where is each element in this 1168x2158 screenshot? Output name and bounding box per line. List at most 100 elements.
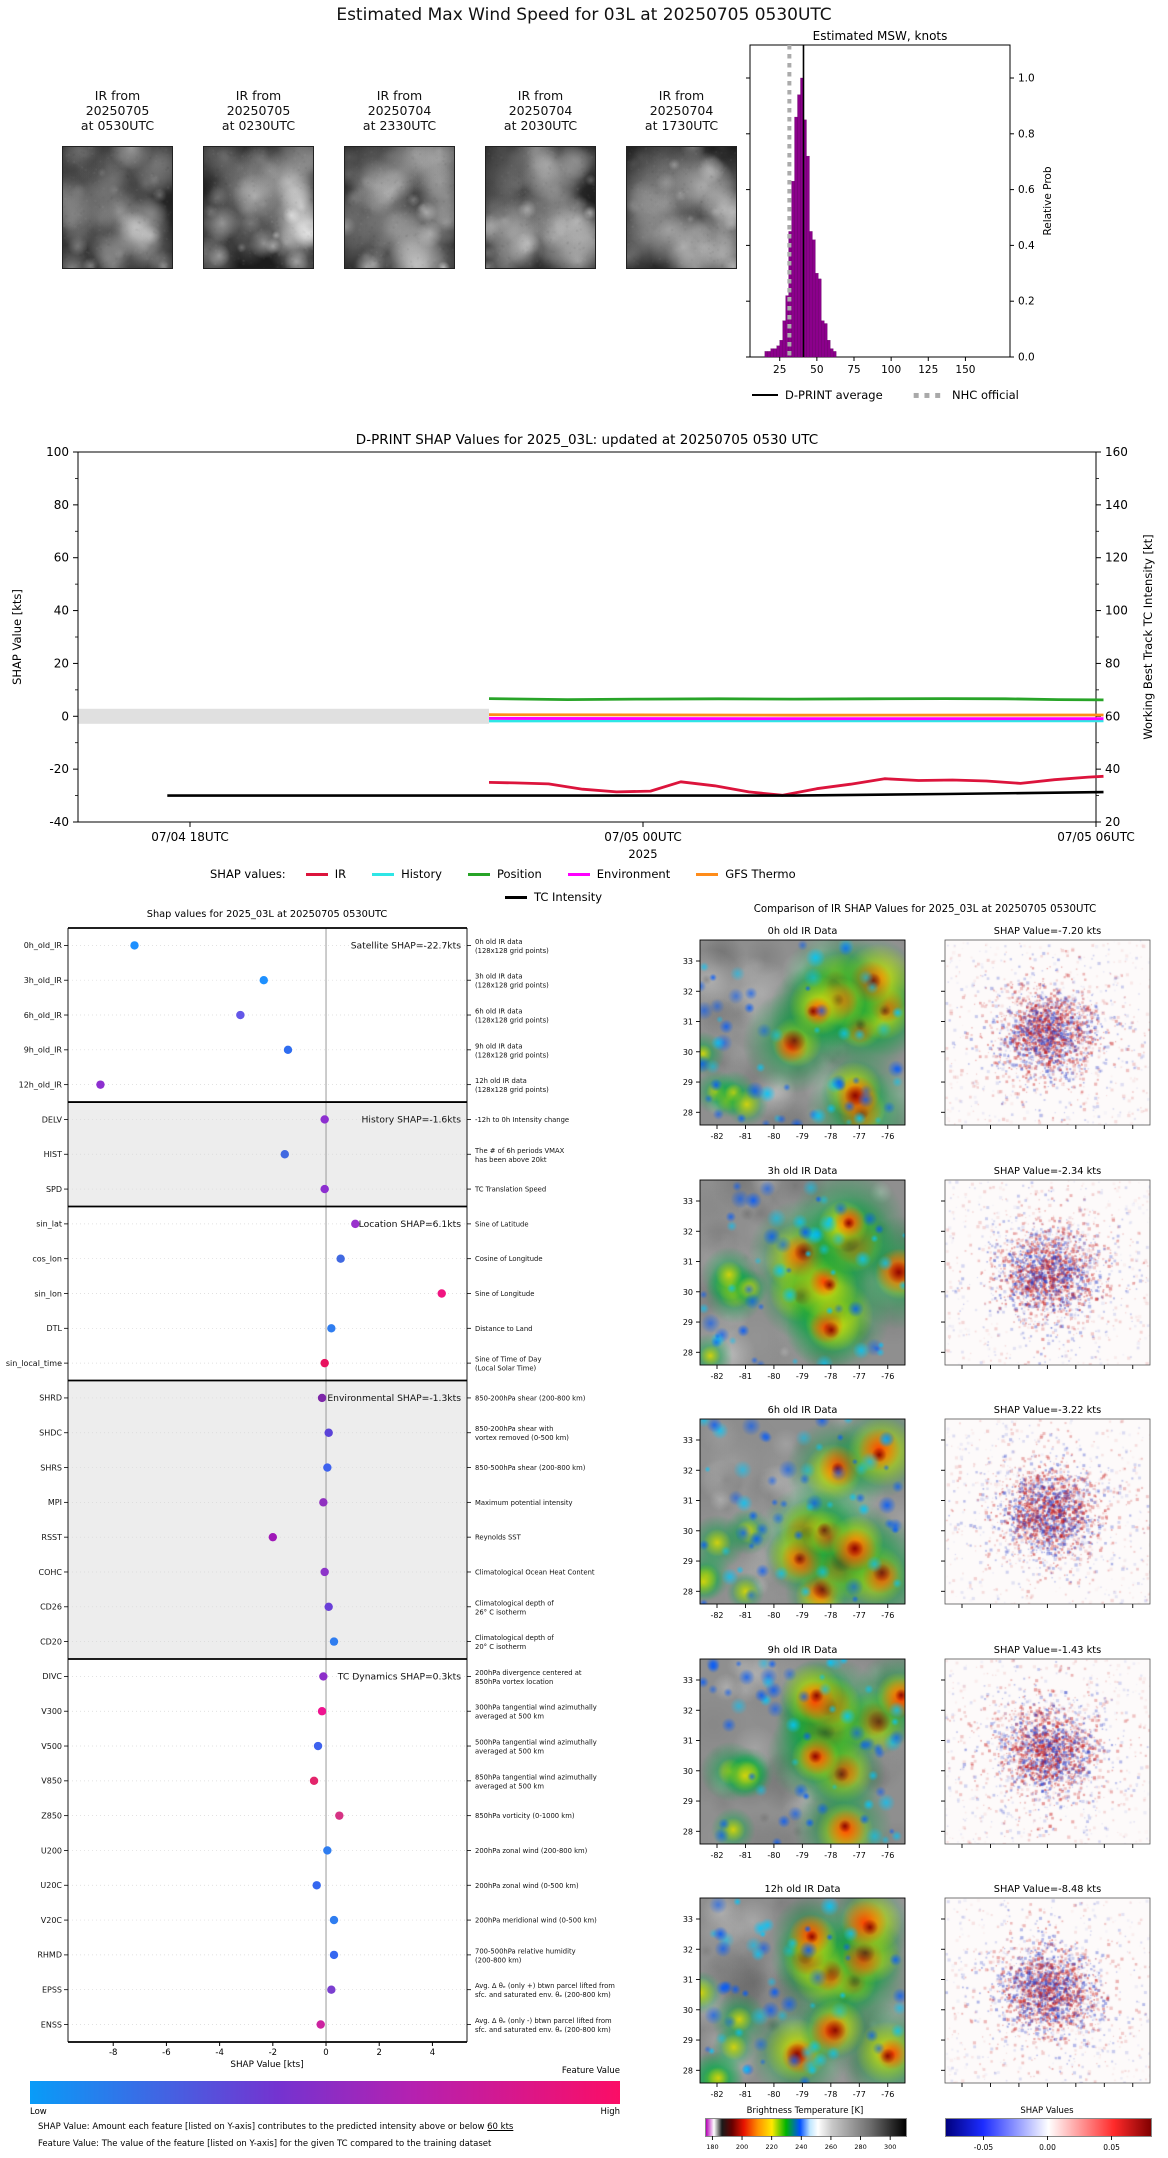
svg-text:60: 60 [1105,709,1120,723]
svg-text:COHC: COHC [39,1568,63,1577]
svg-text:100: 100 [1105,604,1128,618]
dotplot-xlabel: SHAP Value [kts] [230,2060,303,2070]
svg-text:75: 75 [847,364,860,376]
feature-value-low-label: Low [30,2107,47,2117]
svg-text:CD20: CD20 [40,1637,62,1646]
svg-text:220: 220 [765,2143,777,2151]
svg-text:-78: -78 [824,1372,837,1381]
svg-text:CD26: CD26 [40,1603,62,1612]
svg-text:TC Dynamics SHAP=0.3kts: TC Dynamics SHAP=0.3kts [337,1671,461,1682]
ir-thumbnail-2: IR from 20250704 at 2330UTC [344,88,455,269]
svg-text:0.6: 0.6 [1018,184,1035,196]
feature-value-colorbar [30,2081,620,2104]
svg-text:-40: -40 [49,815,69,829]
svg-text:-81: -81 [739,1611,752,1620]
ir-data-map-4 [700,1898,905,2083]
ir-thumbnail-label: IR from 20250705 at 0230UTC [221,88,296,133]
histogram-ylabel: Relative Prob [1042,166,1054,235]
svg-text:Climatological depth of: Climatological depth of [475,1599,554,1607]
svg-text:V300: V300 [41,1707,62,1716]
ir-thumbnail-0: IR from 20250705 at 0530UTC [62,88,173,269]
svg-text:29: 29 [683,1797,693,1806]
legend-item-ir: IR [305,867,346,881]
histogram-title: Estimated MSW, knots [813,29,948,43]
svg-text:(128x128 grid points): (128x128 grid points) [475,1017,549,1025]
svg-text:Sine of Time of Day: Sine of Time of Day [475,1356,542,1364]
feature-value-footnote: Feature Value: The value of the feature … [38,2139,492,2149]
svg-text:200hPa zonal wind (200-800 km): 200hPa zonal wind (200-800 km) [475,1847,588,1855]
svg-text:-79: -79 [796,1851,809,1860]
ir-thumbnail-label: IR from 20250704 at 2030UTC [503,88,578,133]
svg-text:Satellite SHAP=-22.7kts: Satellite SHAP=-22.7kts [351,940,462,951]
legend-item-tc-intensity: TC Intensity [505,890,602,904]
svg-text:sfc. and saturated env. θₑ (20: sfc. and saturated env. θₑ (200-800 km) [475,2026,611,2034]
legend-item-label: GFS Thermo [725,867,796,881]
svg-text:(Local Solar Time): (Local Solar Time) [475,1365,537,1373]
legend-swatch [696,872,719,876]
svg-text:-79: -79 [796,1372,809,1381]
histogram-legend: D-PRINT average ▪▪▪ NHC official [752,388,1019,402]
dotplot-title: Shap values for 2025_03L at 20250705 053… [147,909,388,920]
svg-text:sin_lon: sin_lon [34,1289,62,1298]
svg-text:-8: -8 [109,2048,117,2058]
legend-swatch [372,872,395,876]
svg-text:SHAP Value=-2.34 kts: SHAP Value=-2.34 kts [994,1166,1102,1177]
svg-text:9h old IR Data: 9h old IR Data [768,1645,838,1656]
svg-text:-78: -78 [824,2090,837,2099]
svg-text:(128x128 grid points): (128x128 grid points) [475,1051,549,1059]
svg-text:80: 80 [1105,656,1120,670]
histogram-plot: 25 50 75 100 125 150 0.0 0.2 0.4 0.6 0.8 1.0 [746,44,1035,376]
svg-text:-6: -6 [162,2048,170,2058]
svg-text:Cosine of Longitude: Cosine of Longitude [475,1255,543,1263]
svg-text:300hPa tangential wind azimuth: 300hPa tangential wind azimuthally [475,1704,597,1712]
svg-text:-0.05: -0.05 [974,2143,994,2152]
svg-text:SPD: SPD [46,1185,62,1194]
svg-text:9h old IR data: 9h old IR data [475,1042,523,1050]
ir-data-map-2 [700,1419,905,1604]
svg-text:700-500hPa relative humidity: 700-500hPa relative humidity [475,1947,576,1955]
svg-text:Sine of Longitude: Sine of Longitude [475,1290,534,1298]
timeseries-left-ylabel: SHAP Value [kts] [10,589,24,685]
svg-text:Location SHAP=6.1kts: Location SHAP=6.1kts [359,1219,462,1230]
svg-text:SHRS: SHRS [40,1463,62,1472]
svg-text:07/04 18UTC: 07/04 18UTC [151,830,228,844]
svg-text:SHAP Value=-7.20 kts: SHAP Value=-7.20 kts [994,926,1102,937]
svg-text:-80: -80 [767,1611,780,1620]
legend-swatch [567,872,590,876]
svg-text:33: 33 [683,957,693,966]
svg-text:30: 30 [683,1767,693,1776]
svg-text:0h_old_IR: 0h_old_IR [24,941,63,950]
svg-text:-79: -79 [796,2090,809,2099]
svg-text:125: 125 [918,364,938,376]
svg-text:28: 28 [683,2066,693,2075]
legend-item-label: TC Intensity [534,890,603,904]
legend-item-label: Environment [596,867,671,881]
svg-text:80: 80 [54,498,69,512]
dprint-average-line-swatch [752,394,778,396]
svg-text:850hPa vortex location: 850hPa vortex location [475,1678,553,1686]
svg-text:20: 20 [1105,815,1120,829]
svg-text:850-500hPa shear (200-800 km): 850-500hPa shear (200-800 km) [475,1464,586,1472]
svg-text:33: 33 [683,1197,693,1206]
legend-item-history: History [372,867,442,881]
shap-series-legend-row1: SHAP values: IR History Position Environment… [210,867,822,881]
svg-text:Climatological depth of: Climatological depth of [475,1634,554,1642]
svg-text:850-200hPa shear with: 850-200hPa shear with [475,1425,553,1433]
ir-data-map-1 [700,1180,905,1365]
svg-text:cos_lon: cos_lon [32,1254,62,1263]
svg-text:V850: V850 [41,1777,62,1786]
svg-text:RSST: RSST [41,1533,62,1542]
svg-text:HIST: HIST [44,1150,62,1159]
svg-text:30: 30 [683,1048,693,1057]
brightness-temperature-colorbar [705,2118,907,2137]
svg-text:200: 200 [736,2143,748,2151]
svg-text:RHMD: RHMD [37,1951,62,1960]
svg-text:3h old IR data: 3h old IR data [475,973,523,981]
svg-text:Avg. Δ θₑ (only -) btwn parcel: Avg. Δ θₑ (only -) btwn parcel lifted fr… [475,2017,612,2025]
svg-text:-77: -77 [853,1611,866,1620]
svg-text:ENSS: ENSS [41,2020,62,2029]
svg-text:0h old IR Data: 0h old IR Data [768,926,838,937]
svg-text:3h_old_IR: 3h_old_IR [24,976,63,985]
svg-text:MPI: MPI [48,1498,62,1507]
ir-satellite-image [626,146,737,269]
